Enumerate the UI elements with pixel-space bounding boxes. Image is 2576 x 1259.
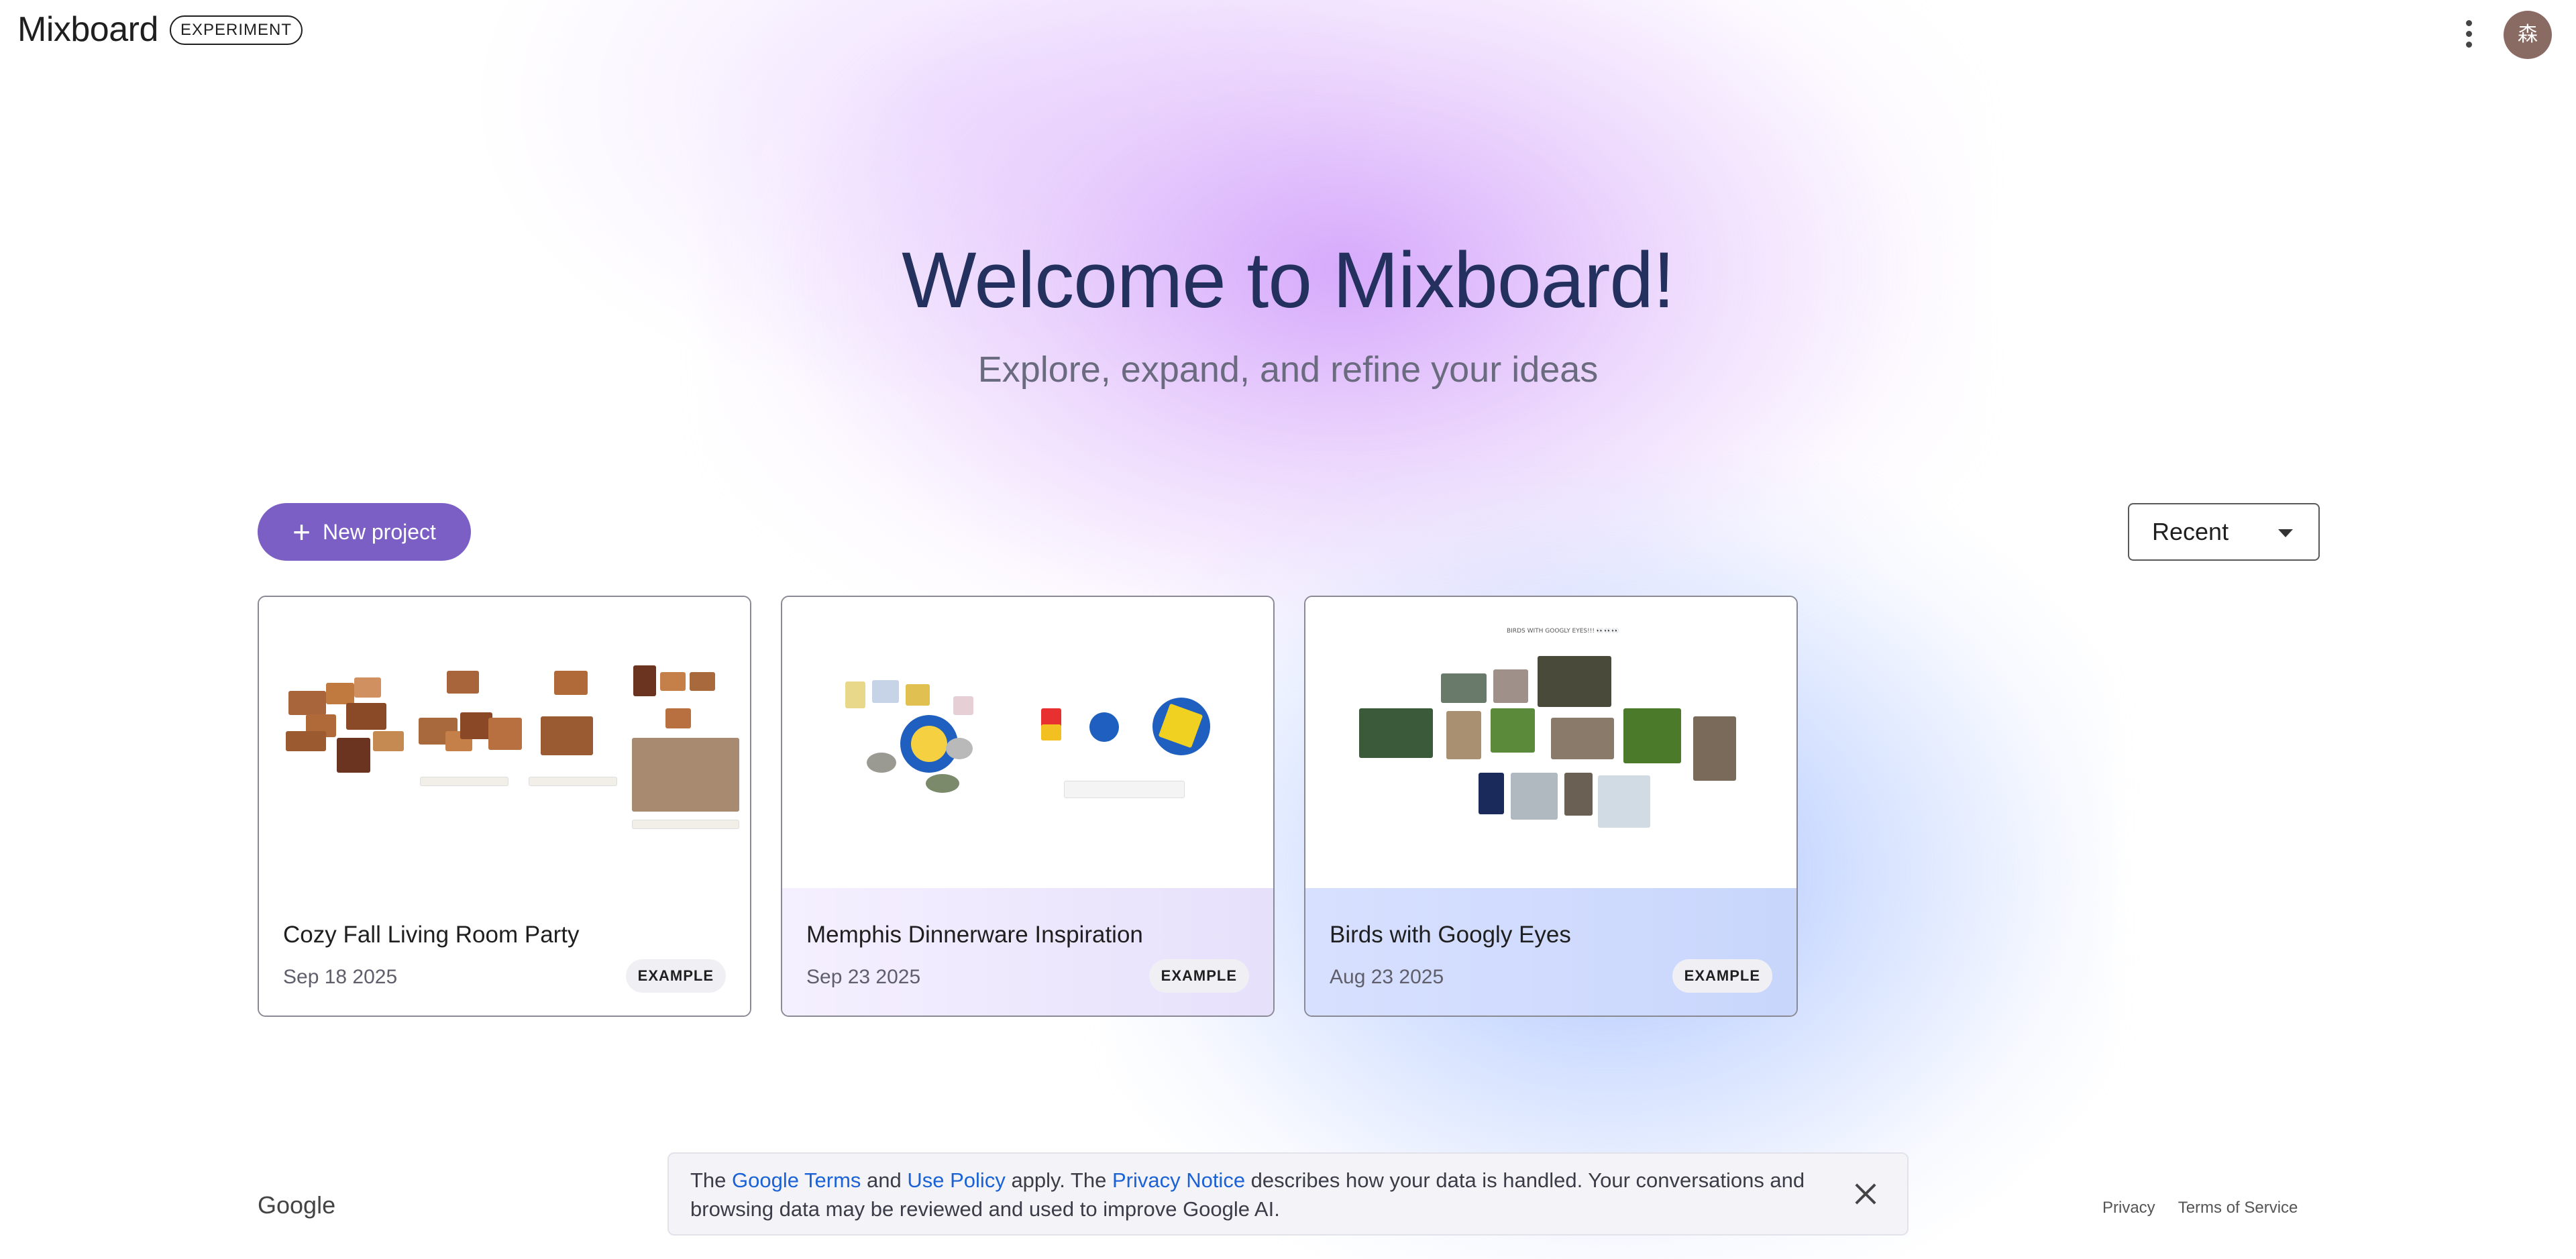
- project-date: Aug 23 2025: [1330, 966, 1444, 988]
- footer-links: Privacy Terms of Service: [2102, 1199, 2298, 1217]
- terms-notice: The Google Terms and Use Policy apply. T…: [667, 1152, 1909, 1236]
- more-options-icon[interactable]: [2455, 13, 2482, 54]
- example-badge: EXAMPLE: [625, 959, 726, 993]
- project-card[interactable]: BIRDS WITH GOOGLY EYES!!! 👀👀👀 Birds with…: [1304, 596, 1798, 1017]
- avatar[interactable]: 森: [2504, 11, 2552, 59]
- app-logo[interactable]: Mixboard: [17, 9, 158, 50]
- project-thumbnail: [259, 597, 750, 888]
- project-title: Cozy Fall Living Room Party: [283, 922, 580, 948]
- example-badge: EXAMPLE: [1672, 959, 1772, 993]
- project-title: Memphis Dinnerware Inspiration: [806, 922, 1143, 948]
- project-date: Sep 23 2025: [806, 966, 921, 988]
- top-bar: Mixboard EXPERIMENT 森: [0, 0, 2576, 67]
- new-project-label: New project: [322, 519, 436, 544]
- use-policy-link[interactable]: Use Policy: [907, 1168, 1005, 1192]
- caret-down-icon: [2278, 529, 2293, 537]
- project-title: Birds with Googly Eyes: [1330, 922, 1571, 948]
- plus-icon: +: [292, 514, 311, 549]
- new-project-button[interactable]: + New project: [258, 503, 471, 561]
- thumbnail-heading: BIRDS WITH GOOGLY EYES!!! 👀👀👀: [1507, 628, 1619, 635]
- sort-dropdown[interactable]: Recent: [2128, 503, 2320, 561]
- project-card[interactable]: Cozy Fall Living Room Party Sep 18 2025 …: [258, 596, 751, 1017]
- close-icon[interactable]: [1851, 1179, 1880, 1209]
- terms-notice-text: The Google Terms and Use Policy apply. T…: [690, 1168, 1805, 1221]
- project-thumbnail: BIRDS WITH GOOGLY EYES!!! 👀👀👀: [1305, 597, 1796, 888]
- page-title: Welcome to Mixboard!: [902, 236, 1675, 325]
- experiment-badge: EXPERIMENT: [170, 15, 303, 45]
- terms-of-service-link[interactable]: Terms of Service: [2178, 1199, 2298, 1217]
- privacy-notice-link[interactable]: Privacy Notice: [1112, 1168, 1245, 1192]
- project-card[interactable]: Memphis Dinnerware Inspiration Sep 23 20…: [781, 596, 1275, 1017]
- page-subtitle: Explore, expand, and refine your ideas: [977, 349, 1599, 390]
- example-badge: EXAMPLE: [1148, 959, 1249, 993]
- project-thumbnail: [782, 597, 1273, 888]
- google-terms-link[interactable]: Google Terms: [732, 1168, 861, 1192]
- sort-dropdown-value: Recent: [2152, 518, 2229, 545]
- project-date: Sep 18 2025: [283, 966, 398, 988]
- google-footer-logo: Google: [258, 1191, 336, 1219]
- privacy-link[interactable]: Privacy: [2102, 1199, 2155, 1217]
